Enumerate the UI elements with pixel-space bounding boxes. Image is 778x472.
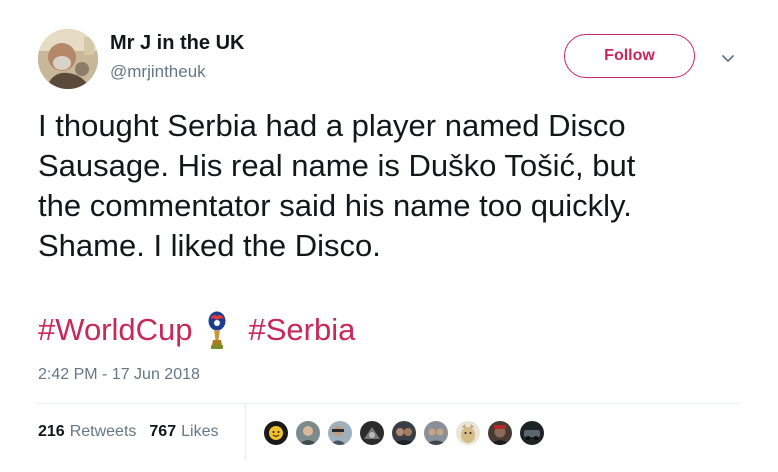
tweet-card: Mr J in the UK @mrjintheuk Follow I thou… [0, 0, 778, 472]
avatar[interactable] [38, 29, 98, 89]
liker-avatar[interactable] [358, 419, 386, 447]
liker-avatar[interactable] [422, 419, 450, 447]
hashtags: #WorldCup #Serbia [38, 308, 355, 352]
retweets-count: 216 [38, 423, 65, 440]
world-cup-trophy-icon [208, 311, 226, 349]
stats-divider [245, 404, 246, 460]
hashtag-serbia[interactable]: #Serbia [249, 312, 356, 348]
tweet-text-line: Sausage. His real name is Duško Tošić, b… [38, 148, 636, 183]
liker-avatar[interactable] [262, 419, 290, 447]
display-name[interactable]: Mr J in the UK [110, 32, 244, 55]
likes-label: Likes [181, 423, 219, 440]
follow-button[interactable]: Follow [564, 34, 695, 78]
hashtag-worldcup[interactable]: #WorldCup [38, 312, 193, 348]
liker-avatar[interactable] [454, 419, 482, 447]
likes-stat[interactable]: 767 Likes [149, 423, 218, 441]
liker-avatars [262, 418, 550, 448]
tweet-text-line: the commentator said his name too quickl… [38, 188, 632, 223]
liker-avatar[interactable] [390, 419, 418, 447]
retweets-stat[interactable]: 216 Retweets [38, 423, 136, 441]
liker-avatar[interactable] [486, 419, 514, 447]
tweet-timestamp[interactable]: 2:42 PM - 17 Jun 2018 [38, 366, 200, 384]
retweets-label: Retweets [69, 423, 137, 440]
likes-count: 767 [149, 423, 177, 440]
tweet-stats: 216 Retweets 767 Likes [38, 404, 231, 460]
chevron-down-icon[interactable] [718, 48, 738, 68]
tweet-text-line: I thought Serbia had a player named Disc… [38, 108, 626, 143]
liker-avatar[interactable] [326, 419, 354, 447]
avatar-image [38, 29, 98, 89]
liker-avatar[interactable] [518, 419, 546, 447]
user-handle[interactable]: @mrjintheuk [110, 62, 206, 82]
tweet-text: I thought Serbia had a player named Disc… [38, 106, 738, 266]
liker-avatar[interactable] [294, 419, 322, 447]
tweet-text-line: Shame. I liked the Disco. [38, 228, 381, 263]
